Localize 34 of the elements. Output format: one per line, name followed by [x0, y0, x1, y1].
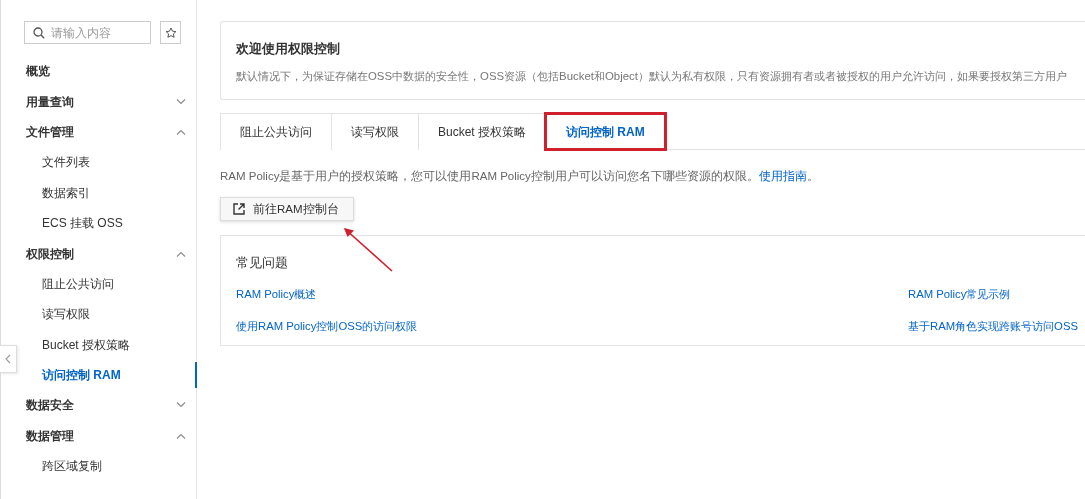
guide-link[interactable]: 使用指南 — [758, 170, 807, 182]
tab[interactable]: 阻止公共访问 — [220, 113, 331, 150]
star-icon — [164, 26, 177, 39]
sidebar-item[interactable]: 读写权限 — [18, 299, 196, 330]
sidebar-group[interactable]: 概览 — [18, 56, 196, 87]
search-field[interactable]: 请输入内容 — [24, 21, 151, 44]
chevron-left-icon — [5, 354, 11, 364]
faq-link[interactable]: RAM Policy常见示例 — [908, 287, 1011, 300]
console-button[interactable]: 前往RAM控制台 — [220, 197, 354, 222]
sidebar-group[interactable]: 文件管理 — [18, 116, 196, 148]
welcome-title: 欢迎使用权限控制 — [236, 40, 341, 58]
faq-link[interactable]: RAM Policy概述 — [236, 287, 317, 300]
annotation-arrow — [342, 226, 394, 273]
tab[interactable]: 访问控制 RAM — [545, 113, 666, 150]
sidebar-group[interactable]: 数据安全 — [18, 390, 196, 421]
sidebar-item[interactable]: 阻止公共访问 — [18, 268, 196, 300]
external-link-icon — [233, 203, 245, 216]
sidebar-item[interactable]: 访问控制 RAM — [18, 359, 196, 391]
sidebar-item[interactable]: 文件列表 — [18, 147, 196, 178]
sidebar-item[interactable]: ECS 挂载 OSS — [18, 207, 196, 239]
faq-link[interactable]: 使用RAM Policy控制OSS的访问权限 — [236, 319, 418, 332]
faq-link[interactable]: 基于RAM角色实现跨账号访问OSS — [908, 319, 1078, 332]
favorite-button[interactable] — [160, 21, 181, 44]
tab[interactable]: Bucket 授权策略 — [418, 113, 546, 150]
tab[interactable]: 读写权限 — [331, 113, 418, 150]
sidebar-group[interactable]: 权限控制 — [18, 238, 196, 269]
description-text: RAM Policy是基于用户的授权策略，您可以使用RAM Policy控制用户可以访问您名下哪些资源的权限。使用指南。 — [220, 169, 820, 184]
sidebar-item[interactable]: Bucket 授权策略 — [18, 329, 196, 360]
sidebar-group[interactable]: 用量查询 — [18, 86, 196, 117]
sidebar-item[interactable]: 跨区域复制 — [18, 451, 196, 482]
faq-title: 常见问题 — [236, 254, 289, 273]
sidebar-item[interactable]: 数据索引 — [18, 177, 196, 208]
welcome-text: 默认情况下，为保证存储在OSS中数据的安全性，OSS资源（包括Bucket和Object）默认为私有权限，只有资源拥有者或者被授权的用户允许访问，如果要授权第三方用户 — [236, 68, 1068, 84]
sidebar-group[interactable]: 数据管理 — [18, 420, 196, 452]
